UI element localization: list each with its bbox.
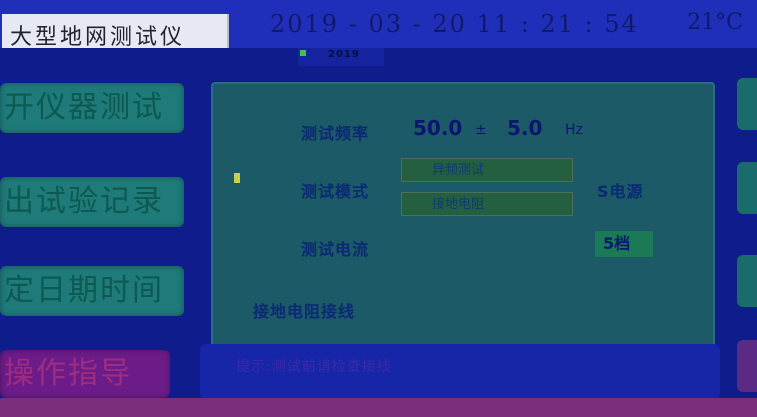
freq-unit: Hz [565, 122, 583, 138]
temperature-display: 21°C [687, 10, 743, 35]
freq-value-2[interactable]: 5.0 [507, 116, 542, 140]
bottom-status-text: 提示:测试前请检查接线 [236, 359, 392, 375]
freq-value-1[interactable]: 50.0 [413, 116, 462, 140]
settings-panel: 测试频率 50.0 ± 5.0 Hz 测试模式 异频测试 接地电阻 S电源 测试… [211, 82, 715, 354]
top-header: 大型地网测试仪 2019 - 03 - 20 11 : 21 : 54 21°C [0, 0, 757, 50]
mode-option-2[interactable]: 接地电阻 [401, 192, 573, 216]
set-datetime-button[interactable]: 定日期时间 [0, 266, 184, 316]
right-tab-4[interactable] [737, 340, 757, 392]
power-source-label: S电源 [597, 182, 644, 201]
datetime-display: 2019 - 03 - 20 11 : 21 : 54 [270, 10, 639, 38]
wiring-label: 接地电阻接线 [253, 302, 356, 321]
mode-option-1[interactable]: 异频测试 [401, 158, 573, 182]
current-value[interactable]: 5档 [595, 231, 653, 257]
footer-strip [0, 398, 757, 417]
right-tab-3[interactable] [737, 255, 757, 307]
start-test-button[interactable]: 开仪器测试 [0, 83, 184, 133]
app-title: 大型地网测试仪 [10, 25, 186, 50]
mode-label: 测试模式 [301, 182, 370, 201]
test-records-button[interactable]: 出试验记录 [0, 177, 184, 227]
app-title-box: 大型地网测试仪 [2, 14, 229, 50]
cursor-marker [234, 173, 240, 183]
status-indicator: 2019 [298, 48, 384, 66]
status-dot-icon [300, 50, 306, 56]
current-label: 测试电流 [301, 240, 370, 259]
right-tab-1[interactable] [737, 78, 757, 130]
freq-label: 测试频率 [301, 124, 370, 143]
freq-sep: ± [475, 122, 487, 138]
guide-button[interactable]: 操作指导 [0, 350, 170, 398]
bottom-status-bar: 提示:测试前请检查接线 [200, 344, 720, 400]
status-indicator-label: 2019 [328, 49, 360, 60]
right-tab-2[interactable] [737, 162, 757, 214]
